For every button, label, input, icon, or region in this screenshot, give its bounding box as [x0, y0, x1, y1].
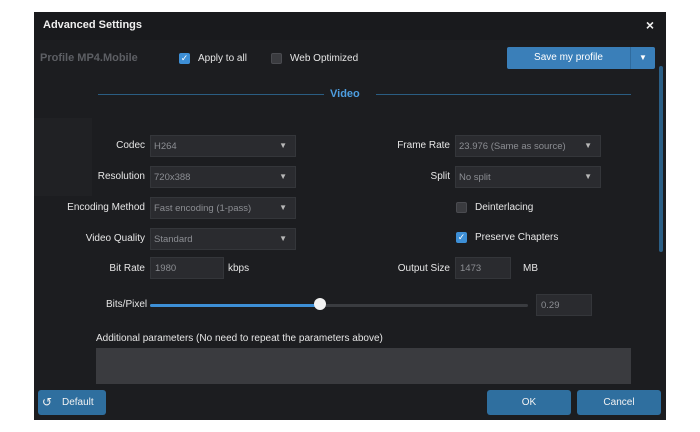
scrollbar[interactable]	[659, 66, 663, 252]
section-divider-left	[98, 94, 324, 95]
output-size-value: 1473	[460, 263, 482, 274]
slider-fill	[150, 304, 321, 307]
section-divider-right	[376, 94, 631, 95]
deinterlacing-checkbox[interactable]	[456, 202, 467, 213]
split-select[interactable]: No split ▼	[455, 166, 601, 188]
bit-rate-unit: kbps	[228, 263, 250, 274]
preserve-chapters-label: Preserve Chapters	[475, 232, 559, 243]
bit-rate-label: Bit Rate	[109, 263, 145, 274]
check-icon: ✓	[180, 53, 189, 63]
caret-down-icon: ▼	[584, 172, 592, 181]
save-profile-button[interactable]: Save my profile ▼	[507, 47, 655, 69]
resolution-select[interactable]: 720x388 ▼	[150, 166, 296, 188]
check-icon: ✓	[457, 232, 466, 242]
frame-rate-select[interactable]: 23.976 (Same as source) ▼	[455, 135, 601, 157]
resolution-value: 720x388	[154, 172, 191, 183]
split-value: No split	[459, 172, 491, 183]
caret-down-icon: ▼	[279, 141, 287, 150]
output-size-label: Output Size	[397, 263, 450, 274]
output-size-input[interactable]: 1473	[455, 257, 511, 279]
bit-rate-value: 1980	[155, 263, 177, 274]
close-button[interactable]: ×	[646, 17, 654, 33]
web-optimized-label: Web Optimized	[290, 53, 359, 64]
cancel-button[interactable]: Cancel	[577, 390, 661, 415]
additional-parameters-input[interactable]	[96, 348, 631, 384]
split-label: Split	[430, 171, 450, 182]
reset-icon: ↺	[42, 395, 53, 409]
bits-per-pixel-input[interactable]: 0.29	[536, 294, 592, 316]
encoding-method-select[interactable]: Fast encoding (1-pass) ▼	[150, 197, 296, 219]
bits-per-pixel-label: Bits/Pixel	[106, 299, 148, 310]
default-button[interactable]: ↺ Default	[38, 390, 106, 415]
frame-rate-value: 23.976 (Same as source)	[459, 141, 566, 152]
caret-down-icon: ▼	[584, 141, 592, 150]
caret-down-icon: ▼	[279, 172, 287, 181]
encoding-method-label: Encoding Method	[67, 202, 145, 213]
dialog-title: Advanced Settings	[43, 19, 143, 31]
encoding-method-value: Fast encoding (1-pass)	[154, 203, 252, 214]
output-size-unit: MB	[523, 263, 538, 274]
resolution-label: Resolution	[97, 171, 145, 182]
caret-down-icon: ▼	[279, 203, 287, 212]
title-bar: Advanced Settings ×	[34, 12, 666, 40]
web-optimized-checkbox[interactable]	[271, 53, 282, 64]
codec-select[interactable]: H264 ▼	[150, 135, 296, 157]
bit-rate-input[interactable]: 1980	[150, 257, 224, 279]
codec-label: Codec	[116, 140, 145, 151]
section-title-video: Video	[330, 88, 360, 100]
background-panel	[34, 118, 92, 196]
apply-to-all-checkbox[interactable]: ✓	[179, 53, 190, 64]
profile-name: Profile MP4.Mobile	[40, 52, 138, 64]
ok-button[interactable]: OK	[487, 390, 571, 415]
caret-down-icon[interactable]: ▼	[630, 47, 655, 69]
default-button-label: Default	[62, 397, 94, 408]
save-profile-label: Save my profile	[534, 52, 603, 63]
apply-to-all-label: Apply to all	[198, 53, 247, 64]
caret-down-icon: ▼	[279, 234, 287, 243]
video-quality-select[interactable]: Standard ▼	[150, 228, 296, 250]
deinterlacing-label: Deinterlacing	[475, 202, 534, 213]
video-quality-value: Standard	[154, 234, 193, 245]
frame-rate-label: Frame Rate	[397, 140, 450, 151]
preserve-chapters-checkbox[interactable]: ✓	[456, 232, 467, 243]
additional-parameters-label: Additional parameters (No need to repeat…	[96, 333, 383, 344]
advanced-settings-dialog: Advanced Settings × Profile MP4.Mobile ✓…	[34, 12, 666, 420]
video-quality-label: Video Quality	[85, 233, 145, 244]
slider-thumb[interactable]	[314, 298, 327, 310]
bits-per-pixel-slider[interactable]	[150, 304, 528, 307]
bits-per-pixel-value: 0.29	[541, 300, 560, 311]
codec-value: H264	[154, 141, 177, 152]
